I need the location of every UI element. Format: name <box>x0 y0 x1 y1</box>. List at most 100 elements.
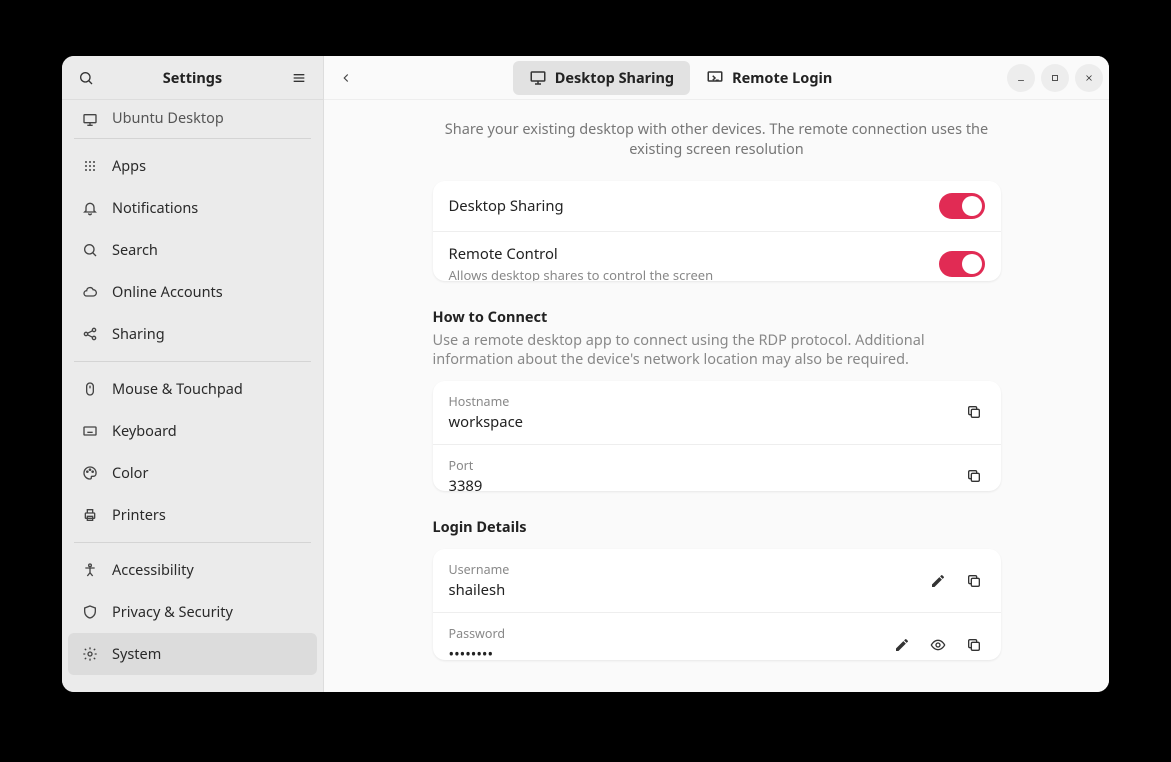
row-desktop-sharing: Desktop Sharing <box>433 181 1001 231</box>
back-button[interactable] <box>330 62 362 94</box>
row-main: Port 3389 <box>449 457 963 492</box>
row-remote-control: Remote Control Allows desktop shares to … <box>433 231 1001 281</box>
search-icon <box>78 70 94 86</box>
sidebar-item-label: Apps <box>112 156 146 176</box>
sidebar-separator <box>74 138 311 139</box>
copy-icon <box>966 573 982 589</box>
printer-icon <box>78 507 102 523</box>
sidebar-item-system[interactable]: System <box>68 633 317 675</box>
row-main: Remote Control Allows desktop shares to … <box>449 244 939 281</box>
tab-group: Desktop Sharing Remote Login <box>362 61 999 95</box>
tab-remote-login[interactable]: Remote Login <box>690 61 848 95</box>
password-value: •••••••• <box>449 644 891 660</box>
row-main: Password •••••••• <box>449 625 891 660</box>
maximize-icon <box>1050 73 1060 83</box>
login-details-card: Username shailesh Password <box>433 549 1001 660</box>
copy-username-button[interactable] <box>963 570 985 592</box>
sidebar-item-label: Accessibility <box>112 560 194 580</box>
copy-password-button[interactable] <box>963 634 985 656</box>
row-username: Username shailesh <box>433 549 1001 612</box>
sidebar-item-label: Ubuntu Desktop <box>112 108 224 128</box>
sidebar-item-label: Search <box>112 240 158 260</box>
share-icon <box>78 326 102 342</box>
main-panel: Desktop Sharing Remote Login <box>324 56 1109 692</box>
row-main: Desktop Sharing <box>449 196 939 216</box>
row-title: Desktop Sharing <box>449 196 939 216</box>
edit-icon <box>930 573 946 589</box>
maximize-button[interactable] <box>1041 64 1069 92</box>
sidebar-item-search[interactable]: Search <box>68 229 317 271</box>
sidebar-item-accessibility[interactable]: Accessibility <box>68 549 317 591</box>
reveal-password-button[interactable] <box>927 634 949 656</box>
sidebar-item-label: Mouse & Touchpad <box>112 379 243 399</box>
sharing-toggles-card: Desktop Sharing Remote Control Allows de… <box>433 181 1001 281</box>
sidebar-item-privacy-security[interactable]: Privacy & Security <box>68 591 317 633</box>
search-icon <box>78 242 102 258</box>
hostname-value: workspace <box>449 412 963 432</box>
row-label: Port <box>449 457 963 474</box>
sidebar-item-label: Privacy & Security <box>112 602 233 622</box>
sidebar-search-button[interactable] <box>72 64 100 92</box>
palette-icon <box>78 465 102 481</box>
edit-password-button[interactable] <box>891 634 913 656</box>
sidebar-item-mouse-touchpad[interactable]: Mouse & Touchpad <box>68 368 317 410</box>
copy-icon <box>966 404 982 420</box>
minimize-icon <box>1016 73 1026 83</box>
tab-desktop-sharing[interactable]: Desktop Sharing <box>513 61 690 95</box>
row-label: Username <box>449 561 927 578</box>
remote-login-icon <box>706 69 724 87</box>
tab-label: Remote Login <box>732 68 832 88</box>
sidebar-item-label: Sharing <box>112 324 165 344</box>
edit-username-button[interactable] <box>927 570 949 592</box>
row-main: Username shailesh <box>449 561 927 600</box>
remote-control-switch[interactable] <box>939 251 985 277</box>
row-title: Remote Control <box>449 244 939 264</box>
row-password: Password •••••••• <box>433 612 1001 660</box>
sidebar-header: Settings <box>62 56 323 100</box>
sidebar-item-printers[interactable]: Printers <box>68 494 317 536</box>
row-main: Hostname workspace <box>449 393 963 432</box>
sidebar-item-online-accounts[interactable]: Online Accounts <box>68 271 317 313</box>
sidebar-item-color[interactable]: Color <box>68 452 317 494</box>
sidebar-item-keyboard[interactable]: Keyboard <box>68 410 317 452</box>
row-label: Hostname <box>449 393 963 410</box>
copy-hostname-button[interactable] <box>963 401 985 423</box>
close-icon <box>1084 73 1094 83</box>
copy-icon <box>966 637 982 653</box>
sidebar-item-notifications[interactable]: Notifications <box>68 187 317 229</box>
how-to-connect-description: Use a remote desktop app to connect usin… <box>433 331 1001 369</box>
grid-icon <box>78 158 102 174</box>
sidebar-menu-button[interactable] <box>285 64 313 92</box>
main-header: Desktop Sharing Remote Login <box>324 56 1109 100</box>
sidebar-item-apps[interactable]: Apps <box>68 145 317 187</box>
desktop-icon <box>78 112 102 128</box>
copy-port-button[interactable] <box>963 465 985 487</box>
how-to-connect-heading: How to Connect <box>433 307 1001 327</box>
sidebar-item-label: System <box>112 644 161 664</box>
shield-icon <box>78 604 102 620</box>
sidebar-item-ubuntu-desktop[interactable]: Ubuntu Desktop <box>68 106 317 132</box>
chevron-left-icon <box>339 71 353 85</box>
cloud-icon <box>78 284 102 300</box>
window-controls <box>1007 64 1103 92</box>
port-value: 3389 <box>449 476 963 492</box>
minimize-button[interactable] <box>1007 64 1035 92</box>
page-subtitle: Share your existing desktop with other d… <box>437 120 997 159</box>
sidebar-item-label: Color <box>112 463 148 483</box>
bell-icon <box>78 200 102 216</box>
login-details-heading: Login Details <box>433 517 1001 537</box>
sidebar-item-sharing[interactable]: Sharing <box>68 313 317 355</box>
sidebar-title: Settings <box>100 68 285 88</box>
desktop-sharing-switch[interactable] <box>939 193 985 219</box>
row-hostname: Hostname workspace <box>433 381 1001 444</box>
content: Share your existing desktop with other d… <box>324 100 1109 692</box>
sidebar-item-label: Online Accounts <box>112 282 223 302</box>
username-value: shailesh <box>449 580 927 600</box>
desktop-sharing-icon <box>529 69 547 87</box>
close-button[interactable] <box>1075 64 1103 92</box>
copy-icon <box>966 468 982 484</box>
sidebar-item-label: Printers <box>112 505 166 525</box>
settings-window: Settings Ubuntu Desktop Apps <box>62 56 1109 692</box>
connection-info-card: Hostname workspace Port 3389 <box>433 381 1001 492</box>
mouse-icon <box>78 381 102 397</box>
